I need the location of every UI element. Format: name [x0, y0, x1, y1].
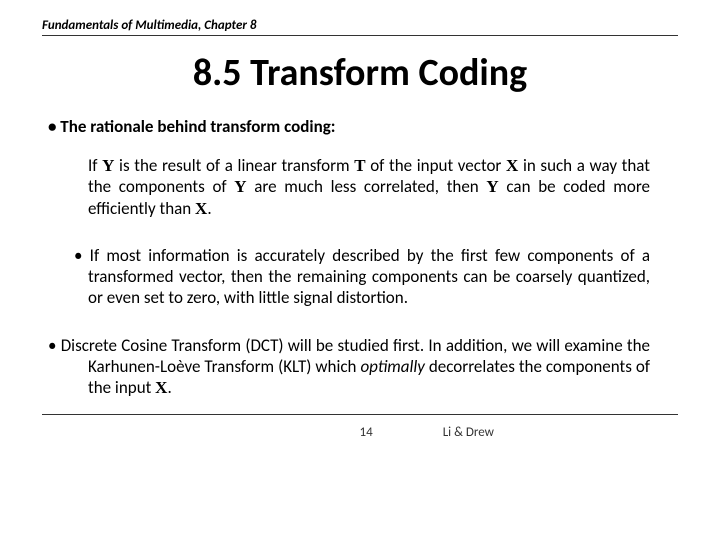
- text: is the result of a linear transform: [114, 155, 354, 176]
- emphasis-optimally: optimally: [360, 356, 424, 377]
- text: are much less correlated, then: [247, 176, 487, 197]
- page-title: 8.5 Transform Coding: [42, 50, 678, 96]
- page-number: 14: [42, 425, 373, 440]
- var-X: X: [506, 156, 518, 175]
- text: • If most information is accurately desc…: [60, 245, 650, 309]
- var-X: X: [155, 378, 167, 397]
- authors: Li & Drew: [373, 425, 678, 440]
- var-Y: Y: [486, 177, 498, 196]
- bullet-rationale-heading: • The rationale behind transform coding:: [48, 116, 672, 137]
- var-T: T: [354, 156, 365, 175]
- footer: 14 Li & Drew: [42, 425, 678, 440]
- bullet-dct-klt: • Discrete Cosine Transform (DCT) will b…: [48, 335, 650, 399]
- text: .: [207, 198, 211, 219]
- text: of the input vector: [366, 155, 506, 176]
- chapter-header: Fundamentals of Multimedia, Chapter 8: [42, 18, 678, 35]
- var-Y: Y: [234, 177, 246, 196]
- bottom-rule: [42, 414, 678, 415]
- text: If: [88, 155, 102, 176]
- var-X: X: [195, 199, 207, 218]
- text: .: [167, 377, 171, 398]
- bullet-information: • If most information is accurately desc…: [60, 245, 650, 309]
- top-rule: [42, 35, 678, 36]
- var-Y: Y: [102, 156, 114, 175]
- rationale-paragraph: If Y is the result of a linear transform…: [88, 155, 650, 219]
